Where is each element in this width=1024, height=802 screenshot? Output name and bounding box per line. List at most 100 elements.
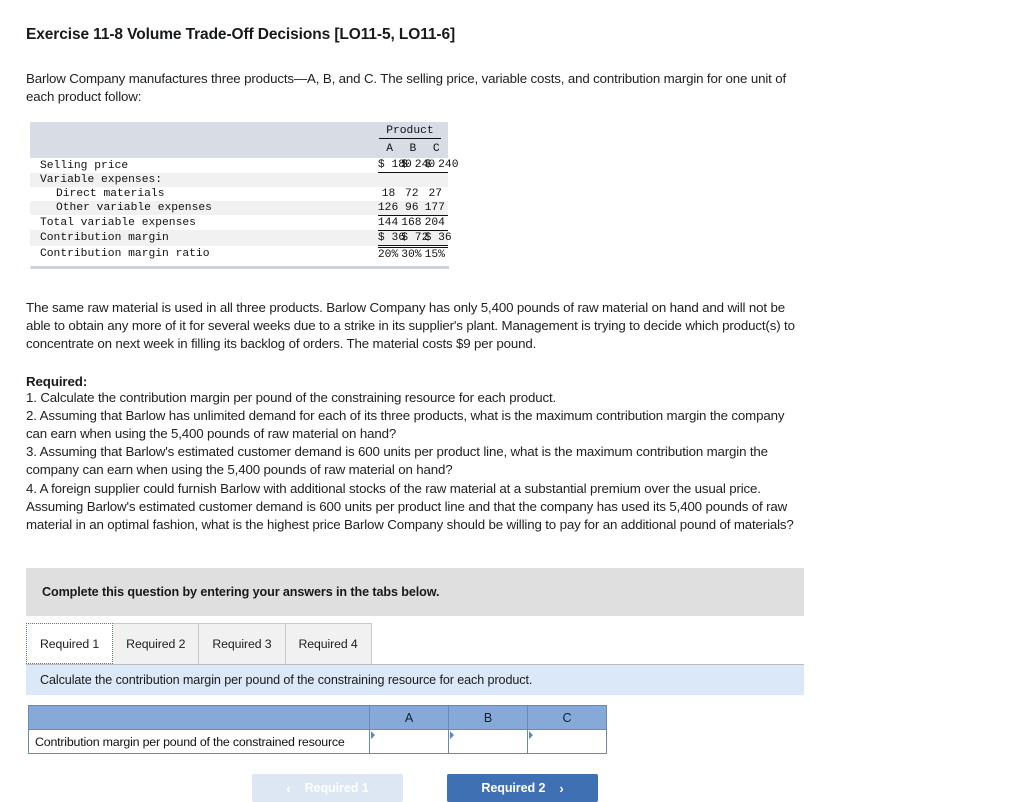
required-item-2: 2. Assuming that Barlow has unlimited de…	[26, 407, 896, 443]
answer-header-row: A B C	[28, 705, 607, 731]
tab-required-4-label: Required 4	[298, 637, 358, 652]
required-item-1: 1. Calculate the contribution margin per…	[26, 389, 557, 405]
page-title: Exercise 11-8 Volume Trade-Off Decisions…	[26, 26, 456, 43]
cell-marker-icon	[529, 731, 533, 740]
row-label-variable-expenses: Variable expenses:	[40, 173, 163, 186]
cell-contribution-margin-c: $ 36	[424, 230, 452, 248]
row-label-other-variable: Other variable expenses	[56, 202, 212, 215]
column-header-c: C	[424, 140, 448, 159]
answer-header-blank	[28, 705, 370, 731]
tab-required-3[interactable]: Required 3	[198, 623, 286, 665]
product-data-table-wrap: Product A B C Selling price $ 180 $ 240 …	[30, 122, 459, 262]
column-header-a: A	[377, 140, 402, 159]
answer-row-label: Contribution margin per pound of the con…	[28, 729, 370, 755]
chevron-right-icon: ›	[559, 780, 564, 796]
exercise-page: Exercise 11-8 Volume Trade-Off Decisions…	[0, 0, 1024, 802]
group-header-blank	[30, 122, 378, 141]
answer-input-b[interactable]	[448, 729, 528, 755]
table-row: Selling price $ 180 $ 240 $ 240	[30, 158, 459, 174]
rawmat-line-2: able to obtain any more of it for severa…	[26, 318, 795, 334]
tab-required-2[interactable]: Required 2	[112, 623, 200, 665]
intro-paragraph: Barlow Company manufactures three produc…	[26, 70, 884, 106]
tab-instruction-bar: Calculate the contribution margin per po…	[26, 665, 804, 696]
cell-total-variable-b: 168	[401, 215, 425, 231]
cell-cm-ratio-c: 15%	[424, 248, 445, 261]
cell-variable-expenses-a	[378, 173, 401, 187]
cell-selling-price-c: $ 240	[424, 158, 459, 174]
answer-input-c[interactable]	[527, 729, 607, 755]
group-header-product: Product	[377, 122, 448, 141]
tab-required-1[interactable]: Required 1	[26, 623, 114, 665]
cell-cm-ratio-a: 20%	[377, 248, 399, 261]
cell-marker-icon	[450, 731, 454, 740]
answer-header-c: C	[527, 705, 607, 731]
raw-material-paragraph: The same raw material is used in all thr…	[26, 299, 884, 354]
table-row: Other variable expenses 126 96 177	[30, 200, 448, 216]
answer-table: A B C Contribution margin per pound of t…	[28, 705, 607, 755]
required-item-4-line-1: 4. A foreign supplier could furnish Barl…	[26, 480, 761, 496]
tab-required-1-label: Required 1	[40, 636, 100, 651]
tab-required-4[interactable]: Required 4	[284, 623, 372, 665]
cell-cm-ratio-b: 30%	[401, 248, 422, 261]
cell-total-variable-a: 144	[377, 215, 402, 231]
required-item-3-line-2: company can earn when using the 5,400 po…	[26, 462, 453, 478]
cell-marker-icon	[371, 731, 375, 740]
required-item-2-line-2: can earn when using the 5,400 pounds of …	[26, 425, 397, 441]
complete-question-banner: Complete this question by entering your …	[26, 568, 804, 617]
intro-line-2: each product follow:	[26, 89, 142, 105]
cell-other-variable-b: 96	[401, 200, 425, 216]
table-row: Total variable expenses 144 168 204	[30, 215, 448, 231]
required-tabs: Required 1 Required 2 Required 3 Require…	[26, 623, 804, 666]
complete-question-text: Complete this question by entering your …	[42, 585, 440, 600]
row-label-direct-materials: Direct materials	[56, 187, 165, 200]
cell-contribution-margin-b: $ 72	[401, 230, 428, 248]
table-row: Direct materials 18 72 27	[30, 186, 448, 201]
answer-input-a[interactable]	[369, 729, 449, 755]
required-heading: Required:	[26, 373, 88, 389]
prev-required-button[interactable]: ‹ Required 1	[252, 774, 403, 802]
cell-total-variable-c: 204	[424, 215, 448, 231]
table-row: Contribution margin $ 36 $ 72 $ 36	[30, 230, 452, 248]
tab-navigation: ‹ Required 1 Required 2 ›	[252, 774, 1000, 802]
next-required-label: Required 2	[481, 781, 546, 796]
cell-direct-materials-a: 18	[381, 187, 396, 200]
table-group-header-row: Product	[30, 122, 448, 141]
answer-header-b: B	[448, 705, 528, 731]
row-label-total-variable: Total variable expenses	[40, 216, 196, 229]
intro-line-1: Barlow Company manufactures three produc…	[26, 71, 786, 86]
column-header-b: B	[401, 140, 425, 159]
group-header-product-label: Product	[378, 125, 441, 139]
cell-direct-materials-b: 72	[405, 187, 419, 200]
answer-header-a: A	[369, 705, 449, 731]
tab-required-2-label: Required 2	[126, 637, 186, 652]
tab-required-3-label: Required 3	[212, 637, 272, 652]
column-header-blank	[30, 140, 378, 159]
required-item-2-line-1: 2. Assuming that Barlow has unlimited de…	[26, 407, 785, 423]
required-item-4-line-2: Assuming Barlow's estimated customer dem…	[26, 498, 788, 514]
row-label-contribution-margin: Contribution margin	[40, 232, 169, 245]
cell-other-variable-a: 126	[377, 200, 402, 216]
row-label-selling-price: Selling price	[40, 159, 129, 172]
required-item-4-line-3: material in an optimal fashion, what is …	[26, 516, 794, 532]
cell-variable-expenses-c	[425, 173, 448, 187]
product-data-table: Product A B C Selling price $ 180 $ 240 …	[30, 122, 459, 262]
chevron-left-icon: ‹	[286, 780, 291, 796]
answer-row: Contribution margin per pound of the con…	[28, 729, 607, 755]
table-bottom-rule	[30, 265, 449, 269]
answer-table-wrap: A B C Contribution margin per pound of t…	[28, 705, 1000, 755]
next-required-button[interactable]: Required 2 ›	[447, 774, 598, 802]
required-item-4: 4. A foreign supplier could furnish Barl…	[26, 480, 896, 535]
prev-required-label: Required 1	[304, 781, 369, 796]
cell-selling-price-b: $ 240	[401, 158, 436, 174]
required-item-3-line-1: 3. Assuming that Barlow's estimated cust…	[26, 444, 768, 460]
cell-other-variable-c: 177	[424, 200, 448, 216]
cell-selling-price-a: $ 180	[377, 158, 412, 174]
tab-instruction-text: Calculate the contribution margin per po…	[40, 673, 533, 688]
rawmat-line-3: concentrate on next week in filling its …	[26, 336, 537, 352]
row-label-cm-ratio: Contribution margin ratio	[40, 248, 210, 261]
table-row: Variable expenses:	[30, 172, 448, 187]
table-column-header-row: A B C	[30, 140, 448, 159]
required-item-3: 3. Assuming that Barlow's estimated cust…	[26, 443, 896, 479]
cell-variable-expenses-b	[401, 173, 424, 187]
rawmat-line-1: The same raw material is used in all thr…	[26, 299, 785, 315]
